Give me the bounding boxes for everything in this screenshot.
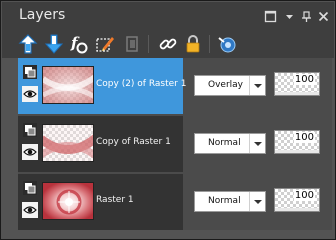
close-icon[interactable]: [317, 10, 330, 23]
palette-titlebar[interactable]: Layers: [2, 2, 334, 30]
opacity-slider[interactable]: [275, 150, 319, 153]
layer-name[interactable]: Copy (2) of Raster 1: [96, 79, 186, 89]
lock-layer-icon[interactable]: [182, 33, 204, 55]
palette-footer: [2, 230, 334, 239]
opacity-field[interactable]: 100: [274, 72, 320, 96]
palette-title: Layers: [19, 7, 66, 23]
new-vector-layer-icon[interactable]: [43, 33, 65, 55]
visibility-eye-icon[interactable]: [22, 86, 38, 102]
layer-row-copy-2-of-raster-1[interactable]: Copy (2) of Raster 1: [18, 58, 186, 114]
visibility-eye-icon[interactable]: [22, 144, 38, 160]
opacity-slider[interactable]: [275, 92, 319, 95]
layer-controls: Normal 100: [186, 116, 332, 172]
fx-effects-icon[interactable]: f: [68, 33, 90, 55]
layers-toolbar: f: [2, 30, 334, 58]
layer-controls: Normal 100: [186, 174, 332, 230]
layer-name[interactable]: Copy of Raster 1: [96, 137, 171, 147]
restore-icon[interactable]: [264, 10, 277, 23]
new-raster-layer-icon[interactable]: [17, 33, 39, 55]
layer-group-icon[interactable]: [22, 64, 38, 80]
layer-group-icon[interactable]: [22, 180, 38, 196]
blend-mode-dropdown[interactable]: Normal: [194, 191, 266, 212]
chevron-down-icon[interactable]: [249, 76, 265, 95]
opacity-field[interactable]: 100: [274, 188, 320, 212]
visibility-eye-icon[interactable]: [22, 202, 38, 218]
layer-thumbnail: [42, 66, 94, 104]
blend-mode-dropdown[interactable]: Overlay: [194, 75, 266, 96]
chevron-down-icon[interactable]: [249, 134, 265, 153]
layer-properties-icon[interactable]: [216, 33, 238, 55]
chevron-down-icon[interactable]: [249, 192, 265, 211]
edit-selection-icon[interactable]: [94, 33, 116, 55]
layer-name[interactable]: Raster 1: [96, 195, 134, 205]
layer-controls: Overlay 100: [186, 58, 332, 114]
link-layers-icon[interactable]: [157, 33, 179, 55]
layer-thumbnail: [42, 182, 94, 220]
layer-row-copy-of-raster-1[interactable]: Copy of Raster 1: [18, 116, 183, 172]
menu-chevron-icon[interactable]: [283, 10, 296, 23]
layers-palette: Layers f Copy (2) of Raster 1 Overlay 10…: [0, 0, 336, 240]
toolbar-separator: [148, 35, 149, 53]
toolbar-separator: [209, 35, 210, 53]
opacity-field[interactable]: 100: [274, 130, 320, 154]
disabled-tool-icon: [121, 33, 143, 55]
layers-list: Copy (2) of Raster 1 Overlay 100 Copy of…: [18, 58, 332, 230]
pin-icon[interactable]: [300, 10, 313, 23]
opacity-slider[interactable]: [275, 208, 319, 211]
layer-thumbnail: [42, 124, 94, 162]
layer-group-icon[interactable]: [22, 122, 38, 138]
blend-mode-dropdown[interactable]: Normal: [194, 133, 266, 154]
layer-row-raster-1[interactable]: Raster 1: [18, 174, 183, 230]
